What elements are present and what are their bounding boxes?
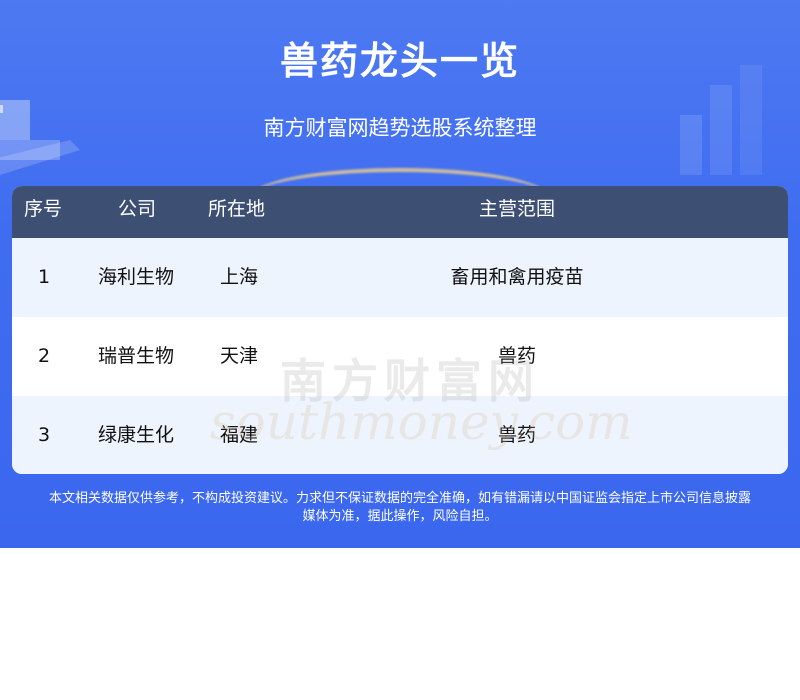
cell-location: 天津 (220, 345, 259, 367)
disclaimer: 本文相关数据仅供参考，不构成投资建议。力求但不保证数据的完全准确，如有错漏请以中… (0, 490, 800, 526)
cell-company: 绿康生化 (98, 424, 175, 446)
cell-location: 福建 (220, 424, 259, 446)
header-banner: 兽药龙头一览 南方财富网趋势选股系统整理 序号 公司 所在地 主营范围 1 海利… (0, 0, 800, 548)
cell-no: 2 (38, 345, 51, 367)
table-row: 2 瑞普生物 天津 兽药 (12, 317, 788, 396)
cell-business: 兽药 (497, 424, 536, 446)
header-location: 所在地 (208, 198, 266, 220)
header-company: 公司 (118, 198, 157, 220)
data-table: 序号 公司 所在地 主营范围 1 海利生物 上海 畜用和禽用疫苗 2 瑞普生物 … (12, 186, 788, 474)
table-row: 1 海利生物 上海 畜用和禽用疫苗 (12, 238, 788, 317)
page-title: 兽药龙头一览 (279, 39, 520, 83)
disclaimer-line-2: 媒体为准，据此操作，风险自担。 (302, 509, 498, 524)
header-no: 序号 (24, 198, 63, 220)
disclaimer-line-1: 本文相关数据仅供参考，不构成投资建议。力求但不保证数据的完全准确，如有错漏请以中… (48, 491, 751, 506)
cell-location: 上海 (220, 266, 259, 288)
page-subtitle: 南方财富网趋势选股系统整理 (263, 116, 537, 140)
header-business: 主营范围 (478, 198, 555, 220)
cell-no: 3 (38, 424, 51, 446)
cell-business: 畜用和禽用疫苗 (450, 266, 584, 288)
cell-no: 1 (38, 266, 51, 288)
cell-business: 兽药 (497, 345, 536, 367)
table-row: 3 绿康生化 福建 兽药 (12, 396, 788, 474)
cell-company: 瑞普生物 (98, 345, 175, 367)
table-header: 序号 公司 所在地 主营范围 (12, 186, 788, 238)
page: 兽药龙头一览 南方财富网趋势选股系统整理 序号 公司 所在地 主营范围 1 海利… (0, 0, 800, 700)
cell-company: 海利生物 (98, 266, 175, 288)
